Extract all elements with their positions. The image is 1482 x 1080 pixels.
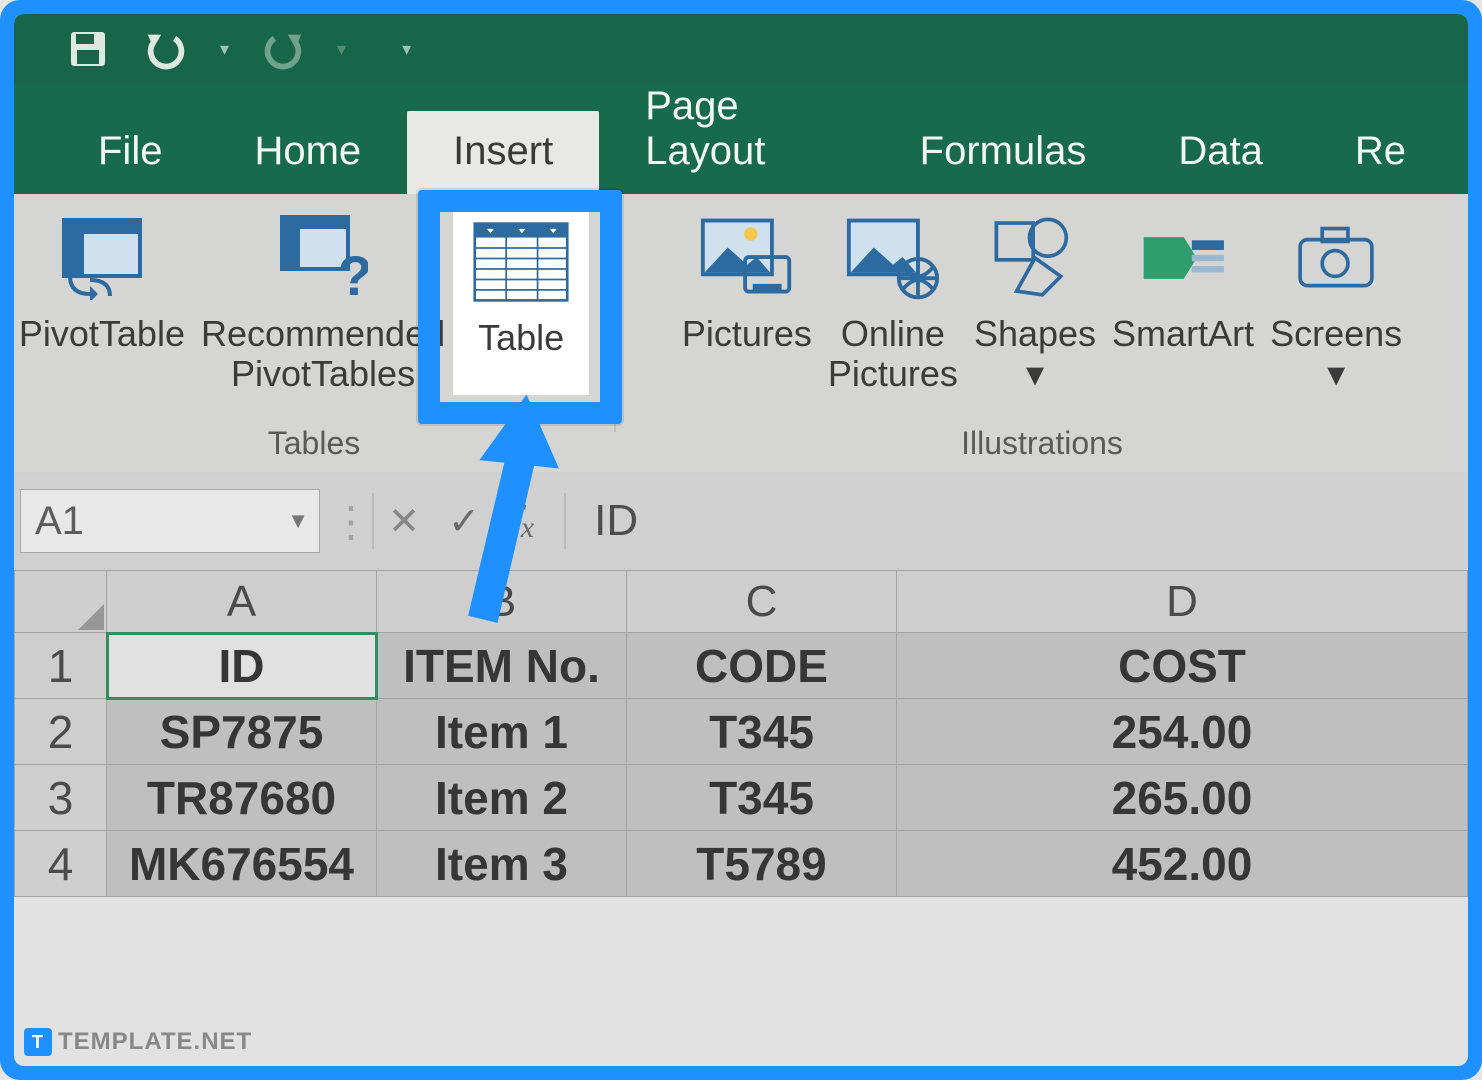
cmd-screenshot[interactable]: Screens▾ — [1262, 200, 1410, 395]
qat-customize-icon[interactable]: ▾ — [402, 39, 411, 60]
formula-bar-input[interactable]: ID — [566, 489, 1468, 553]
cmd-recommended-pivottables[interactable]: ? Recommended PivotTables — [193, 200, 453, 395]
table-icon — [473, 214, 569, 310]
formula-bar-row: A1 ▼ ⋮ ✕ ✓ fx ID — [14, 474, 1468, 570]
undo-icon[interactable] — [142, 25, 190, 73]
cell-A1[interactable]: ID — [107, 633, 377, 699]
save-icon[interactable] — [64, 25, 112, 73]
cell-D1[interactable]: COST — [897, 633, 1468, 699]
formula-bar-value: ID — [594, 496, 638, 546]
cmd-label: Table — [478, 318, 564, 358]
row-header-2[interactable]: 2 — [15, 699, 107, 765]
tab-review-partial[interactable]: Re — [1309, 111, 1452, 194]
pictures-icon — [699, 210, 795, 306]
ribbon-group-illustrations: Pictures Online Pictures — [616, 194, 1468, 472]
watermark-text: TEMPLATE.NET — [58, 1028, 252, 1056]
cell-C4[interactable]: T5789 — [627, 831, 897, 897]
select-all-corner[interactable] — [15, 571, 107, 633]
enter-formula-icon[interactable]: ✓ — [434, 499, 494, 544]
quick-access-toolbar: ▾ ▾ ▾ — [14, 14, 1468, 84]
cell-C3[interactable]: T345 — [627, 765, 897, 831]
cell-D4[interactable]: 452.00 — [897, 831, 1468, 897]
ribbon-insert: PivotTable ? Recommended PivotTables — [14, 194, 1468, 474]
template-logo-icon: T — [24, 1028, 52, 1056]
cmd-online-pictures[interactable]: Online Pictures — [820, 200, 966, 395]
excel-window: ▾ ▾ ▾ File Home Insert Page Layout Formu… — [14, 14, 1468, 1066]
col-header-A[interactable]: A — [107, 571, 377, 633]
name-box-value: A1 — [35, 499, 84, 544]
tab-page-layout[interactable]: Page Layout — [599, 66, 873, 194]
chevron-down-icon[interactable]: ▼ — [287, 508, 309, 534]
group-label-tables: Tables — [14, 419, 614, 468]
cmd-pivottable[interactable]: PivotTable — [14, 200, 193, 395]
worksheet-grid[interactable]: A B C D 1 ID ITEM No. CODE COST 2 SP7875… — [14, 570, 1468, 897]
qat-dropdown-icon: ▾ — [337, 39, 346, 60]
cmd-label: SmartArt — [1112, 314, 1254, 354]
shapes-icon — [991, 214, 1079, 302]
cell-D2[interactable]: 254.00 — [897, 699, 1468, 765]
cmd-shapes[interactable]: Shapes▾ — [966, 200, 1104, 395]
cmd-label: Online Pictures — [828, 314, 958, 393]
recommended-pivottables-icon: ? — [275, 210, 371, 306]
table-row: 3 TR87680 Item 2 T345 265.00 — [15, 765, 1468, 831]
col-header-C[interactable]: C — [627, 571, 897, 633]
tab-home[interactable]: Home — [208, 111, 407, 194]
cell-D3[interactable]: 265.00 — [897, 765, 1468, 831]
cell-B3[interactable]: Item 2 — [377, 765, 627, 831]
name-box[interactable]: A1 ▼ — [20, 489, 320, 553]
cmd-smartart[interactable]: SmartArt — [1104, 200, 1262, 395]
cell-C2[interactable]: T345 — [627, 699, 897, 765]
cell-A3[interactable]: TR87680 — [107, 765, 377, 831]
cmd-label: Screens▾ — [1270, 314, 1402, 393]
row-header-1[interactable]: 1 — [15, 633, 107, 699]
cancel-formula-icon[interactable]: ✕ — [374, 499, 434, 544]
qat-dropdown-icon[interactable]: ▾ — [220, 39, 229, 60]
ribbon-tabs: File Home Insert Page Layout Formulas Da… — [14, 84, 1468, 194]
cmd-table[interactable]: Table — [453, 198, 589, 395]
cmd-label: Pictures — [682, 314, 812, 354]
fx-icon[interactable]: fx — [508, 495, 534, 548]
fx-handle-icon[interactable]: ⋮ — [330, 497, 372, 546]
svg-text:?: ? — [338, 244, 368, 303]
cell-C1[interactable]: CODE — [627, 633, 897, 699]
cell-B4[interactable]: Item 3 — [377, 831, 627, 897]
col-header-B[interactable]: B — [377, 571, 627, 633]
pivottable-icon — [54, 210, 150, 306]
tab-data[interactable]: Data — [1132, 111, 1309, 194]
table-row: 4 MK676554 Item 3 T5789 452.00 — [15, 831, 1468, 897]
cmd-label: PivotTable — [19, 314, 185, 354]
cell-B2[interactable]: Item 1 — [377, 699, 627, 765]
cmd-pictures[interactable]: Pictures — [674, 200, 820, 395]
row-header-3[interactable]: 3 — [15, 765, 107, 831]
cmd-label: Recommended PivotTables — [201, 314, 445, 393]
annotation-frame: ▾ ▾ ▾ File Home Insert Page Layout Formu… — [0, 0, 1482, 1080]
online-pictures-icon — [845, 210, 941, 306]
tab-formulas[interactable]: Formulas — [874, 111, 1133, 194]
tab-insert[interactable]: Insert — [407, 111, 599, 196]
table-row: 2 SP7875 Item 1 T345 254.00 — [15, 699, 1468, 765]
ribbon-group-tables: PivotTable ? Recommended PivotTables — [14, 194, 614, 472]
row-header-4[interactable]: 4 — [15, 831, 107, 897]
column-header-row: A B C D — [15, 571, 1468, 633]
cell-A4[interactable]: MK676554 — [107, 831, 377, 897]
watermark: T TEMPLATE.NET — [24, 1028, 252, 1056]
group-label-illustrations: Illustrations — [616, 419, 1468, 468]
table-row: 1 ID ITEM No. CODE COST — [15, 633, 1468, 699]
tab-file[interactable]: File — [52, 111, 208, 194]
smartart-icon — [1139, 214, 1227, 302]
redo-icon — [259, 25, 307, 73]
col-header-D[interactable]: D — [897, 571, 1468, 633]
cmd-label: Shapes▾ — [974, 314, 1096, 393]
cell-A2[interactable]: SP7875 — [107, 699, 377, 765]
cell-B1[interactable]: ITEM No. — [377, 633, 627, 699]
screenshot-icon — [1292, 214, 1380, 302]
